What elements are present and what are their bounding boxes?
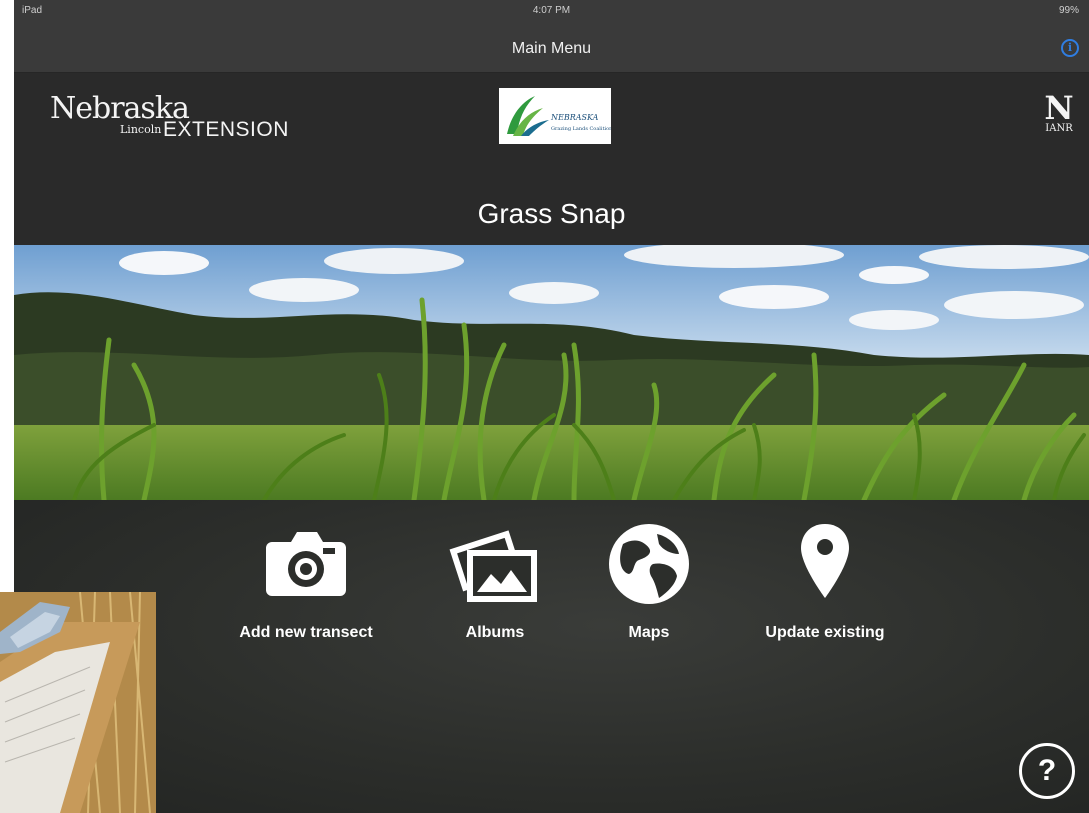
svg-text:Grazing Lands Coalition: Grazing Lands Coalition [551, 126, 611, 132]
info-icon[interactable]: i [1061, 39, 1079, 57]
svg-text:NEBRASKA: NEBRASKA [550, 113, 599, 122]
albums-button[interactable]: Albums [410, 520, 580, 642]
ianr-logo: N IANR [1043, 91, 1075, 147]
status-bar: iPad 4:07 PM 99% [14, 0, 1089, 22]
add-new-transect-label: Add new transect [239, 624, 373, 641]
lincoln-wordmark: Lincoln [120, 123, 162, 136]
main-menu-area: Add new transect Albums Maps Update exis… [14, 500, 1089, 813]
map-pin-icon [801, 524, 849, 598]
ianr-text: IANR [1045, 123, 1073, 134]
camera-icon [266, 532, 346, 596]
ianr-letter: N [1044, 89, 1074, 127]
photo-albums-icon [449, 530, 537, 602]
maps-button[interactable]: Maps [564, 520, 734, 642]
grazing-coalition-logo: NEBRASKA Grazing Lands Coalition [499, 88, 613, 144]
status-time: 4:07 PM [532, 5, 571, 16]
nav-title: Main Menu [511, 40, 592, 57]
navigation-bar: Main Menu i [14, 22, 1089, 73]
battery-label: 99% [1058, 5, 1079, 16]
nebraska-extension-logo: Nebraska Lincoln EXTENSION [50, 91, 288, 141]
add-new-transect-button[interactable]: Add new transect [221, 520, 391, 642]
globe-icon [609, 524, 689, 604]
albums-label: Albums [465, 624, 525, 641]
app-title: Grass Snap [477, 198, 626, 229]
maps-label: Maps [628, 624, 670, 641]
help-icon[interactable]: ? [1019, 743, 1075, 799]
update-existing-button[interactable]: Update existing [740, 520, 910, 642]
header-logos: Nebraska Lincoln EXTENSION NEBRASKA Graz… [14, 73, 1089, 245]
extension-wordmark: EXTENSION [163, 118, 289, 141]
clipboard-photo-overlay [0, 592, 156, 813]
grass-banner-image [14, 245, 1089, 500]
ipad-screen: iPad 4:07 PM 99% Main Menu i Nebraska Li… [14, 0, 1089, 813]
update-existing-label: Update existing [765, 624, 885, 641]
